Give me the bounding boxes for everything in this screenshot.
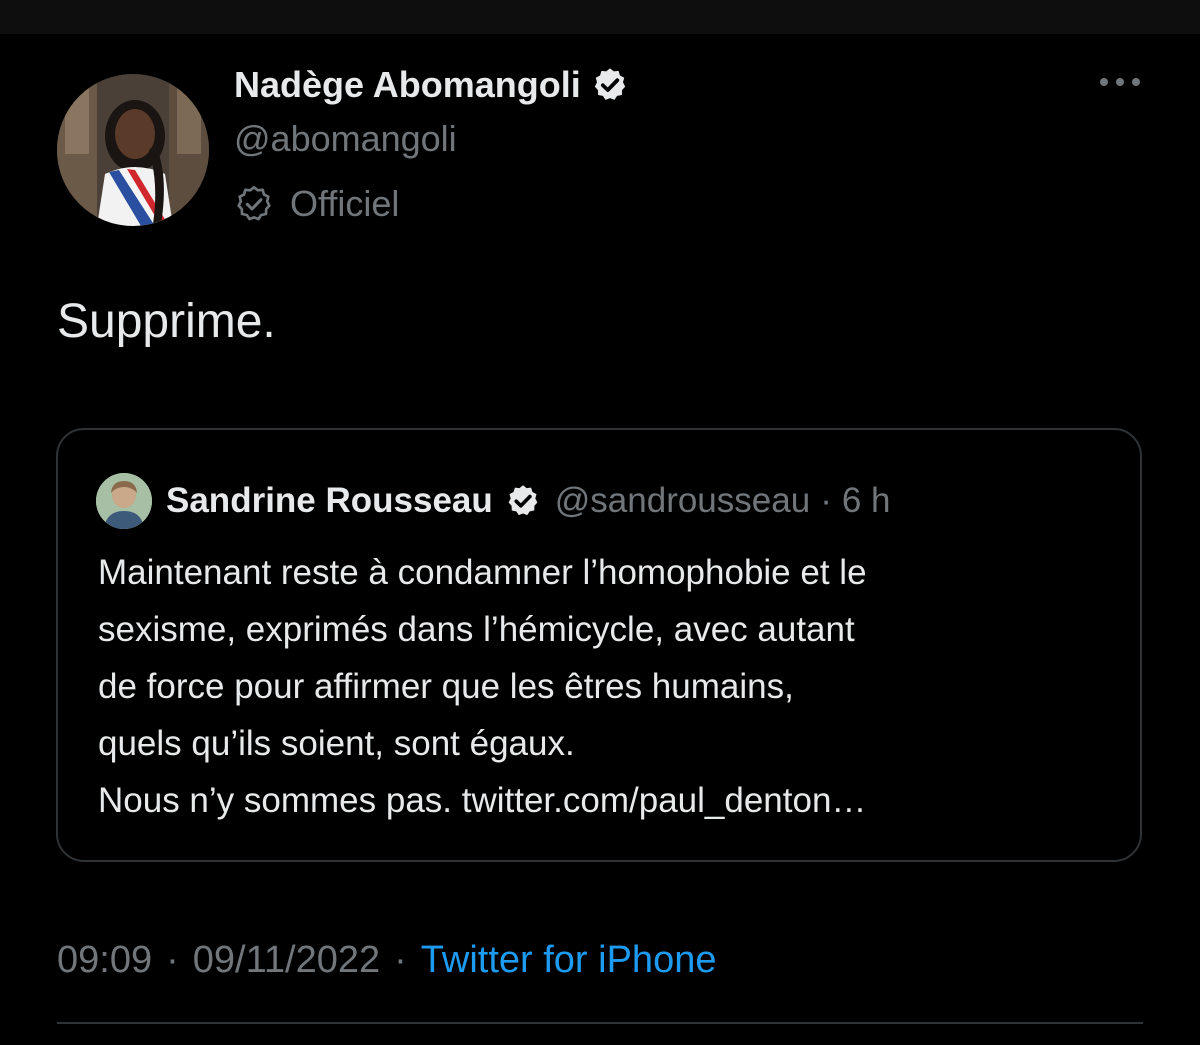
tweet-meta: 09:09 · 09/11/2022 · Twitter for iPhone <box>57 934 716 986</box>
divider <box>57 1022 1143 1024</box>
quoted-tweet-text: Maintenant reste à condamner l’homophobi… <box>98 544 1118 829</box>
official-label: Officiel <box>290 183 400 224</box>
tweet-text: Supprime. <box>57 295 276 348</box>
quoted-author-handle: @sandrousseau <box>554 481 811 520</box>
quoted-tweet-line: Nous n’y sommes pas. twitter.com/paul_de… <box>98 781 867 820</box>
quoted-tweet-line: de force pour affirmer que les êtres hum… <box>98 667 794 706</box>
quoted-tweet-header: Sandrine Rousseau @sandrousseau · 6 h <box>96 473 891 529</box>
more-dots-icon <box>1100 78 1140 86</box>
official-badge-icon <box>237 186 271 221</box>
quoted-tweet-card[interactable]: Sandrine Rousseau @sandrousseau · 6 h Ma… <box>56 428 1142 862</box>
verified-badge-icon <box>594 68 625 100</box>
meta-separator: · <box>166 938 179 981</box>
author-avatar-image <box>57 74 209 226</box>
tweet-date[interactable]: 09/11/2022 <box>193 939 380 982</box>
tweet-time[interactable]: 09:09 <box>57 939 152 982</box>
status-bar <box>0 0 1200 34</box>
official-label-row: Officiel <box>234 180 399 228</box>
tweet-source-link[interactable]: Twitter for iPhone <box>421 939 717 982</box>
quoted-tweet-line: sexisme, exprimés dans l’hémicycle, avec… <box>98 610 855 649</box>
author-avatar[interactable] <box>57 74 209 226</box>
quoted-tweet-time: 6 h <box>841 481 891 520</box>
quoted-header-separator: · <box>820 481 832 520</box>
quoted-verified-badge-icon <box>508 485 538 516</box>
meta-separator: · <box>394 938 407 981</box>
author-name-row[interactable]: Nadège Abomangoli <box>234 62 629 108</box>
author-handle[interactable]: @abomangoli <box>234 118 457 160</box>
quoted-tweet-line: Maintenant reste à condamner l’homophobi… <box>98 553 867 592</box>
more-options-button[interactable] <box>1094 66 1146 98</box>
quoted-author-avatar-image <box>96 473 152 529</box>
quoted-author-display-name: Sandrine Rousseau <box>166 481 493 520</box>
quoted-tweet-line: quels qu’ils soient, sont égaux. <box>98 724 575 763</box>
author-display-name[interactable]: Nadège Abomangoli <box>234 64 581 106</box>
quoted-author-avatar <box>96 473 152 529</box>
